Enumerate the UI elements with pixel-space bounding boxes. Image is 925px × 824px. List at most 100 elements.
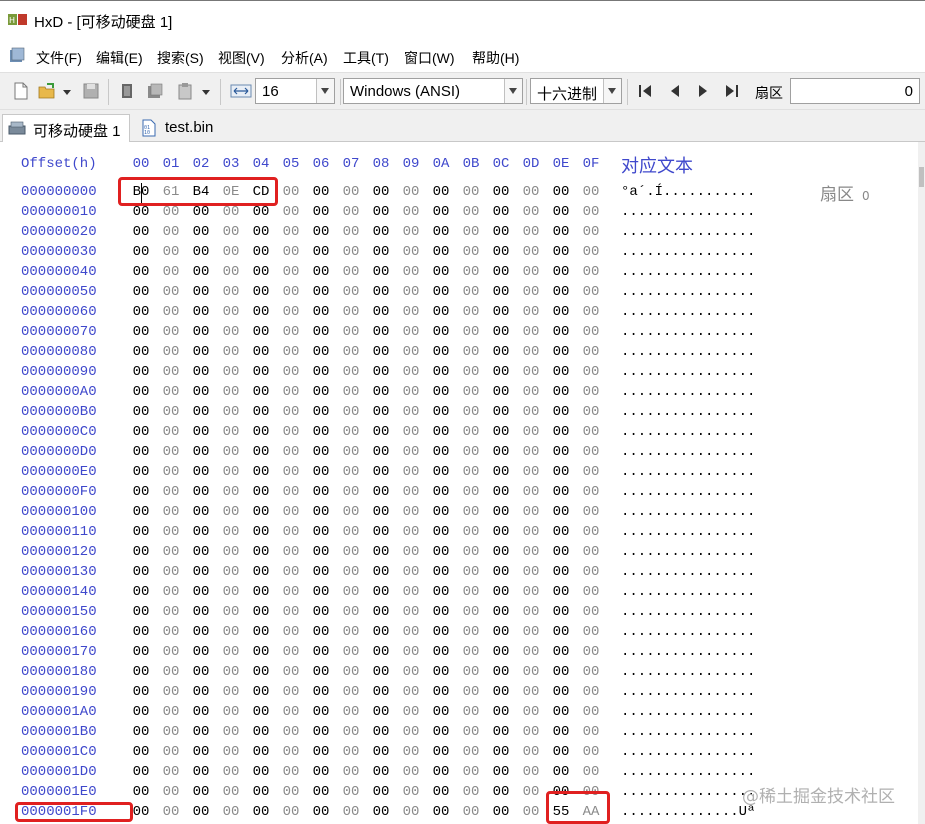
- hex-byte-cell[interactable]: 00: [460, 604, 482, 620]
- hex-byte-cell[interactable]: 00: [340, 324, 362, 340]
- hex-byte-cell[interactable]: 00: [520, 224, 542, 240]
- hex-byte-cell[interactable]: 00: [130, 304, 152, 320]
- hex-byte-cell[interactable]: 00: [220, 704, 242, 720]
- hex-byte-cell[interactable]: 00: [460, 264, 482, 280]
- hex-byte-cell[interactable]: 00: [370, 784, 392, 800]
- hex-byte-cell[interactable]: 00: [280, 244, 302, 260]
- menu-view[interactable]: 视图(V): [218, 48, 265, 68]
- hex-byte-cell[interactable]: 00: [340, 444, 362, 460]
- hex-byte-cell[interactable]: 00: [490, 504, 512, 520]
- hex-byte-cell[interactable]: 00: [460, 744, 482, 760]
- hex-byte-cell[interactable]: 00: [280, 664, 302, 680]
- hex-byte-cell[interactable]: 00: [160, 684, 182, 700]
- hex-byte-cell[interactable]: 00: [400, 444, 422, 460]
- hex-byte-cell[interactable]: 00: [220, 724, 242, 740]
- hex-byte-cell[interactable]: 00: [250, 484, 272, 500]
- hex-byte-cell[interactable]: 00: [430, 564, 452, 580]
- hex-byte-cell[interactable]: 00: [580, 544, 602, 560]
- hex-byte-cell[interactable]: 00: [220, 324, 242, 340]
- hex-byte-cell[interactable]: 00: [460, 364, 482, 380]
- hex-byte-cell[interactable]: 00: [550, 744, 572, 760]
- hex-byte-cell[interactable]: 00: [250, 724, 272, 740]
- hex-byte-cell[interactable]: 00: [400, 784, 422, 800]
- hex-byte-cell[interactable]: 00: [520, 284, 542, 300]
- hex-byte-cell[interactable]: 00: [310, 404, 332, 420]
- hex-byte-cell[interactable]: 00: [130, 684, 152, 700]
- hex-byte-cell[interactable]: 00: [220, 384, 242, 400]
- hex-byte-cell[interactable]: 00: [190, 444, 212, 460]
- hex-byte-cell[interactable]: 00: [400, 324, 422, 340]
- row-text[interactable]: ................: [621, 284, 755, 300]
- paste-icon[interactable]: [176, 82, 194, 100]
- hex-row[interactable]: 000000110 00 00 00 00 00 00 00 00 00 00 00 00 00 00 00 0…: [0, 524, 918, 544]
- hex-byte-cell[interactable]: 00: [400, 264, 422, 280]
- hex-byte-cell[interactable]: 00: [550, 664, 572, 680]
- hex-byte-cell[interactable]: 00: [400, 344, 422, 360]
- hex-byte-cell[interactable]: 00: [370, 684, 392, 700]
- hex-byte-cell[interactable]: 00: [490, 704, 512, 720]
- hex-byte-cell[interactable]: 00: [310, 524, 332, 540]
- hex-byte-cell[interactable]: 00: [580, 464, 602, 480]
- hex-byte-cell[interactable]: 00: [370, 664, 392, 680]
- hex-byte-cell[interactable]: 00: [520, 444, 542, 460]
- hex-byte-cell[interactable]: 00: [370, 384, 392, 400]
- hex-byte-cell[interactable]: 00: [370, 264, 392, 280]
- hex-byte-cell[interactable]: 00: [280, 184, 302, 200]
- row-text[interactable]: ................: [621, 404, 755, 420]
- hex-byte-cell[interactable]: 00: [220, 364, 242, 380]
- hex-byte-cell[interactable]: 00: [310, 504, 332, 520]
- hex-byte-cell[interactable]: 00: [310, 444, 332, 460]
- hex-byte-cell[interactable]: 00: [400, 284, 422, 300]
- hex-byte-cell[interactable]: 00: [430, 604, 452, 620]
- hex-byte-cell[interactable]: 00: [280, 744, 302, 760]
- hex-byte-cell[interactable]: 00: [580, 384, 602, 400]
- hex-byte-cell[interactable]: 00: [430, 524, 452, 540]
- hex-byte-cell[interactable]: 00: [220, 624, 242, 640]
- menu-window[interactable]: 窗口(W): [404, 48, 455, 68]
- hex-byte-cell[interactable]: 00: [130, 284, 152, 300]
- hex-byte-cell[interactable]: 00: [220, 424, 242, 440]
- hex-byte-cell[interactable]: 00: [280, 584, 302, 600]
- hex-byte-cell[interactable]: 00: [280, 224, 302, 240]
- hex-byte-cell[interactable]: 00: [430, 684, 452, 700]
- hex-byte-cell[interactable]: 00: [160, 804, 182, 820]
- hex-byte-cell[interactable]: 00: [580, 664, 602, 680]
- hex-byte-cell[interactable]: 00: [400, 364, 422, 380]
- hex-byte-cell[interactable]: 00: [430, 504, 452, 520]
- row-text[interactable]: ................: [621, 464, 755, 480]
- hex-byte-cell[interactable]: 00: [460, 324, 482, 340]
- hex-byte-cell[interactable]: 00: [160, 604, 182, 620]
- row-text[interactable]: ................: [621, 264, 755, 280]
- hex-byte-cell[interactable]: 00: [520, 544, 542, 560]
- hex-byte-cell[interactable]: 00: [580, 484, 602, 500]
- hex-row[interactable]: 0000001C0 00 00 00 00 00 00 00 00 00 00 00 00 00 00 00 0…: [0, 744, 918, 764]
- hex-byte-cell[interactable]: 00: [160, 224, 182, 240]
- scrollbar-thumb[interactable]: [919, 167, 924, 187]
- hex-byte-cell[interactable]: 00: [400, 424, 422, 440]
- row-text[interactable]: ..............Uª: [621, 804, 755, 820]
- hex-byte-cell[interactable]: 00: [130, 264, 152, 280]
- hex-byte-cell[interactable]: 00: [220, 764, 242, 780]
- hex-row[interactable]: 000000040 00 00 00 00 00 00 00 00 00 00 00 00 00 00 00 0…: [0, 264, 918, 284]
- hex-byte-cell[interactable]: 00: [190, 664, 212, 680]
- hex-byte-cell[interactable]: 00: [160, 584, 182, 600]
- hex-byte-cell[interactable]: 00: [340, 524, 362, 540]
- hex-byte-cell[interactable]: 00: [130, 244, 152, 260]
- hex-byte-cell[interactable]: 00: [190, 764, 212, 780]
- hex-byte-cell[interactable]: 00: [250, 384, 272, 400]
- hex-byte-cell[interactable]: 00: [310, 744, 332, 760]
- hex-byte-cell[interactable]: 00: [310, 224, 332, 240]
- hex-byte-cell[interactable]: 00: [460, 284, 482, 300]
- hex-byte-cell[interactable]: 00: [280, 684, 302, 700]
- hex-byte-cell[interactable]: 00: [400, 804, 422, 820]
- hex-byte-cell[interactable]: 00: [160, 564, 182, 580]
- hex-byte-cell[interactable]: 00: [160, 284, 182, 300]
- hex-byte-cell[interactable]: 00: [310, 644, 332, 660]
- hex-byte-cell[interactable]: 00: [220, 584, 242, 600]
- hex-byte-cell[interactable]: 00: [310, 244, 332, 260]
- hex-byte-cell[interactable]: 00: [280, 624, 302, 640]
- row-text[interactable]: ................: [621, 744, 755, 760]
- hex-byte-cell[interactable]: 00: [460, 784, 482, 800]
- hex-byte-cell[interactable]: 00: [190, 644, 212, 660]
- menu-edit[interactable]: 编辑(E): [96, 48, 143, 68]
